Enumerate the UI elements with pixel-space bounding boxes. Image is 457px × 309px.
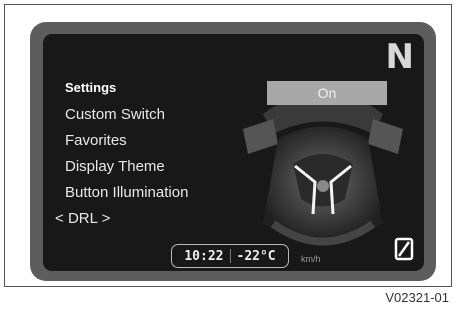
status-bar: 10:22 -22°C: [171, 244, 289, 268]
menu-item-custom-switch[interactable]: Custom Switch: [65, 102, 188, 128]
clock: 10:22: [184, 248, 224, 264]
status-divider: [229, 249, 231, 263]
figure-caption: V02321-01: [385, 290, 449, 305]
menu-title: Settings: [65, 80, 117, 95]
menu-item-favorites[interactable]: Favorites: [65, 128, 188, 154]
dashboard-screen: N Settings Custom Switch Favorites Displ…: [43, 34, 424, 271]
gear-indicator: N: [385, 37, 414, 77]
ride-mode-icon: [394, 237, 414, 261]
menu-item-button-illumination[interactable]: Button Illumination: [65, 180, 188, 206]
settings-menu: Settings Custom Switch Favorites Display…: [55, 80, 188, 232]
menu-current-label: DRL: [67, 210, 98, 227]
menu-item-drl-selected[interactable]: < DRL >: [55, 206, 188, 232]
option-value-button[interactable]: On: [267, 81, 387, 105]
speed-unit: km/h: [301, 254, 321, 264]
chevron-right-icon[interactable]: >: [102, 210, 111, 227]
temperature: -22°C: [236, 248, 276, 264]
chevron-left-icon[interactable]: <: [55, 210, 64, 227]
menu-item-display-theme[interactable]: Display Theme: [65, 154, 188, 180]
